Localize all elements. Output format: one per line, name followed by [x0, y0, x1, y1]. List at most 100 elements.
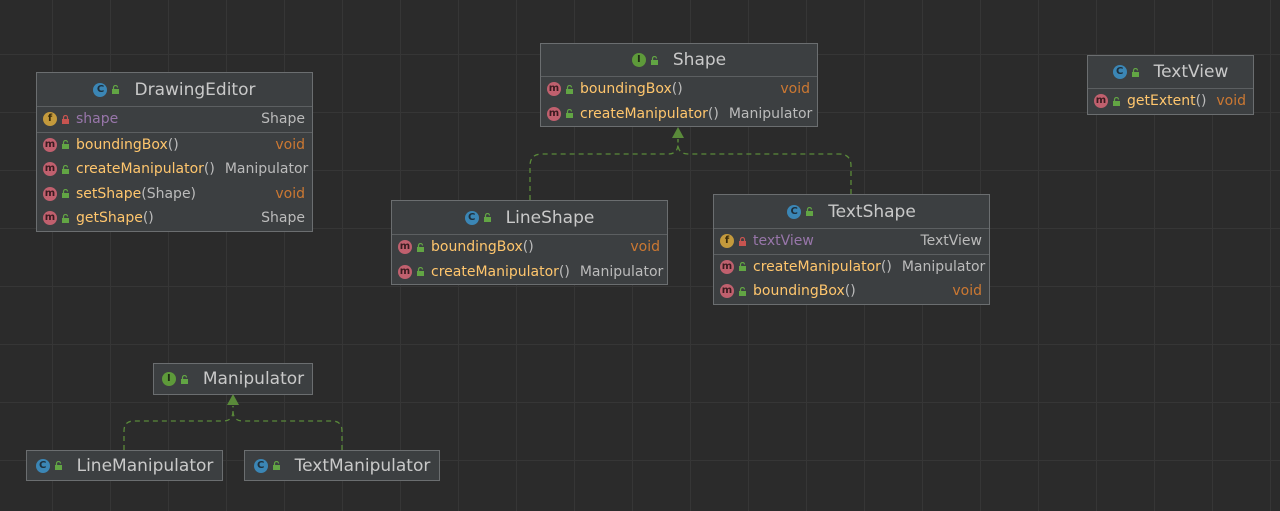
method-icon: m — [43, 162, 57, 177]
method-name: createManipulator — [753, 258, 881, 275]
field-row[interactable]: f shape Shape — [37, 107, 312, 132]
public-icon — [805, 207, 814, 216]
method-name: boundingBox — [580, 81, 672, 98]
method-icon: m — [43, 186, 57, 201]
class-icon: C — [1112, 65, 1127, 79]
methods-section: m createManipulator() Manipulator m boun… — [714, 253, 989, 304]
interface-manipulator[interactable]: I Manipulator — [153, 363, 313, 395]
field-name: shape — [76, 111, 119, 128]
public-icon — [565, 109, 574, 119]
interface-icon: I — [631, 53, 646, 67]
class-header: C TextShape — [714, 195, 989, 228]
class-header: C DrawingEditor — [37, 73, 312, 106]
public-icon — [61, 213, 70, 223]
class-header: I Manipulator — [154, 364, 312, 394]
edge-textshape-to-shape — [677, 139, 852, 194]
method-params: () — [1195, 93, 1207, 110]
method-row[interactable]: m boundingBox() void — [392, 235, 667, 260]
method-return-type: void — [1216, 93, 1246, 110]
arrowhead-shape — [672, 127, 684, 138]
method-params: () — [558, 263, 570, 280]
public-icon — [738, 286, 747, 296]
method-params: () — [671, 81, 683, 98]
method-params: () — [880, 258, 892, 275]
method-icon: m — [720, 259, 734, 274]
edge-lineshape-to-shape — [529, 139, 679, 200]
public-icon — [61, 189, 70, 199]
field-icon: f — [43, 112, 57, 127]
class-title: TextShape — [828, 201, 916, 222]
class-header: I Shape — [541, 44, 817, 76]
class-header: C TextManipulator — [245, 451, 439, 480]
method-row[interactable]: m boundingBox() void — [541, 77, 817, 102]
method-row[interactable]: m setShape (Shape) void — [37, 182, 312, 207]
class-title: Manipulator — [202, 369, 305, 389]
abstract-method-icon: m — [547, 82, 561, 97]
class-text-view[interactable]: C TextView m getExtent() void — [1087, 55, 1254, 115]
method-name: getShape — [76, 210, 143, 227]
method-name: createManipulator — [76, 161, 204, 178]
method-return-type: void — [780, 81, 810, 98]
method-icon: m — [1094, 94, 1108, 109]
edge-linemanipulator-to-manipulator — [123, 406, 234, 450]
public-icon — [54, 461, 63, 470]
field-row[interactable]: f textView TextView — [714, 229, 989, 254]
fields-section: f textView TextView — [714, 228, 989, 254]
private-icon — [61, 114, 70, 124]
method-icon: m — [43, 137, 57, 152]
method-return-type: void — [630, 239, 660, 256]
class-text-manipulator[interactable]: C TextManipulator — [244, 450, 440, 481]
method-row[interactable]: m boundingBox() void — [714, 279, 989, 304]
interface-shape[interactable]: I Shape m boundingBox() void m createMan… — [540, 43, 818, 127]
field-type: TextView — [920, 233, 982, 250]
public-icon — [738, 262, 747, 272]
method-row[interactable]: m createManipulator() Manipulator — [714, 255, 989, 280]
public-icon — [111, 85, 120, 94]
public-icon — [61, 140, 70, 150]
class-text-shape[interactable]: C TextShape f textView TextView m create… — [713, 194, 990, 305]
abstract-method-icon: m — [547, 106, 561, 121]
field-icon: f — [720, 234, 734, 249]
class-line-manipulator[interactable]: C LineManipulator — [26, 450, 223, 481]
methods-section: m boundingBox() void m createManipulator… — [541, 76, 817, 126]
public-icon — [416, 267, 425, 277]
edge-textmanipulator-to-manipulator — [232, 406, 343, 450]
method-row[interactable]: m getShape() Shape — [37, 206, 312, 231]
method-params: () — [142, 210, 154, 227]
class-drawing-editor[interactable]: C DrawingEditor f shape Shape m bounding… — [36, 72, 313, 232]
public-icon — [416, 242, 425, 252]
interface-icon: I — [161, 372, 176, 386]
method-icon: m — [720, 284, 734, 299]
method-params: () — [844, 283, 856, 300]
method-return-type: void — [952, 283, 982, 300]
public-icon — [650, 55, 659, 65]
public-icon — [483, 213, 492, 222]
class-header: C LineShape — [392, 201, 667, 234]
method-params: () — [167, 136, 179, 153]
method-row[interactable]: m getExtent() void — [1088, 89, 1253, 114]
method-name: boundingBox — [753, 283, 845, 300]
method-params: () — [203, 161, 215, 178]
class-title: Shape — [672, 50, 727, 70]
class-icon: C — [464, 210, 479, 225]
method-return-type: void — [275, 136, 305, 153]
field-type: Shape — [261, 111, 305, 128]
methods-section: m getExtent() void — [1088, 88, 1253, 114]
method-return-type: Manipulator — [579, 263, 664, 280]
class-icon: C — [35, 458, 50, 473]
method-row[interactable]: m createManipulator() Manipulator — [37, 157, 312, 182]
method-row[interactable]: m createManipulator() Manipulator — [541, 102, 817, 127]
method-return-type: Manipulator — [901, 258, 986, 275]
private-icon — [738, 236, 747, 246]
method-row[interactable]: m boundingBox() void — [37, 133, 312, 158]
public-icon — [565, 84, 574, 94]
method-icon: m — [398, 240, 412, 255]
method-row[interactable]: m createManipulator() Manipulator — [392, 260, 667, 285]
method-return-type: void — [275, 185, 305, 202]
method-name: boundingBox — [431, 239, 523, 256]
class-icon: C — [253, 458, 268, 473]
methods-section: m boundingBox() void m createManipulator… — [37, 131, 312, 231]
class-line-shape[interactable]: C LineShape m boundingBox() void m creat… — [391, 200, 668, 285]
method-return-type: Manipulator — [224, 161, 309, 178]
method-params: () — [522, 239, 534, 256]
